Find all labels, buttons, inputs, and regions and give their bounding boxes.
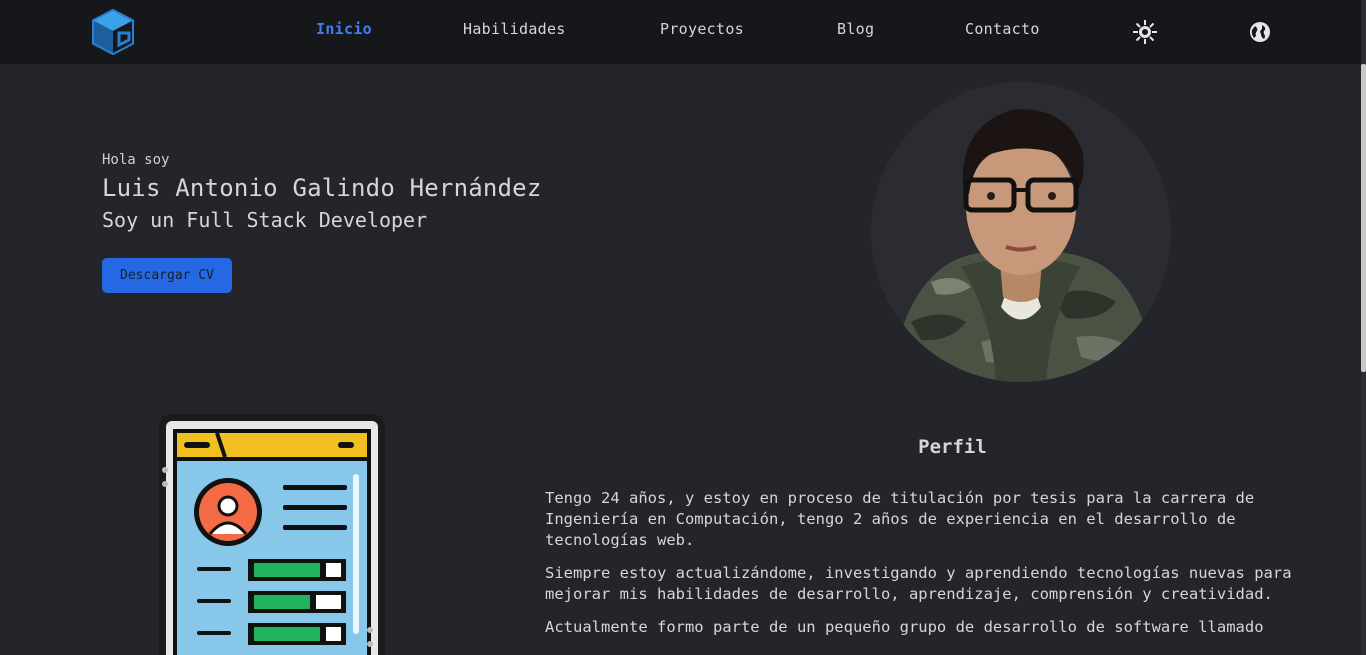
nav-link-inicio[interactable]: Inicio: [316, 20, 372, 38]
profile-paragraph: Tengo 24 años, y estoy en proceso de tit…: [545, 489, 1255, 549]
profile-photo: [871, 82, 1171, 382]
globe-icon[interactable]: [1247, 19, 1273, 45]
hero-name: Luis Antonio Galindo Hernández: [102, 174, 542, 202]
nav-link-habilidades[interactable]: Habilidades: [463, 20, 566, 38]
cv-illustration: [159, 414, 385, 655]
profile-paragraph: Actualmente formo parte de un pequeño gr…: [545, 618, 1264, 636]
download-cv-button[interactable]: Descargar CV: [102, 258, 232, 293]
navbar: Inicio Habilidades Proyectos Blog Contac…: [0, 0, 1361, 64]
logo-icon[interactable]: [91, 9, 135, 55]
sun-icon[interactable]: [1132, 19, 1158, 45]
avatar: [871, 82, 1171, 382]
hero-greeting: Hola soy: [102, 152, 170, 168]
profile-title: Perfil: [918, 436, 987, 458]
profile-paragraph: Siempre estoy actualizándome, investigan…: [545, 564, 1292, 603]
page: Inicio Habilidades Proyectos Blog Contac…: [0, 0, 1366, 655]
nav-link-proyectos[interactable]: Proyectos: [660, 20, 744, 38]
nav-link-contacto[interactable]: Contacto: [965, 20, 1040, 38]
nav-link-blog[interactable]: Blog: [837, 20, 874, 38]
scrollbar-thumb[interactable]: [1361, 64, 1366, 372]
profile-text: Tengo 24 años, y estoy en proceso de tit…: [545, 488, 1320, 650]
hero-role: Soy un Full Stack Developer: [102, 208, 428, 232]
